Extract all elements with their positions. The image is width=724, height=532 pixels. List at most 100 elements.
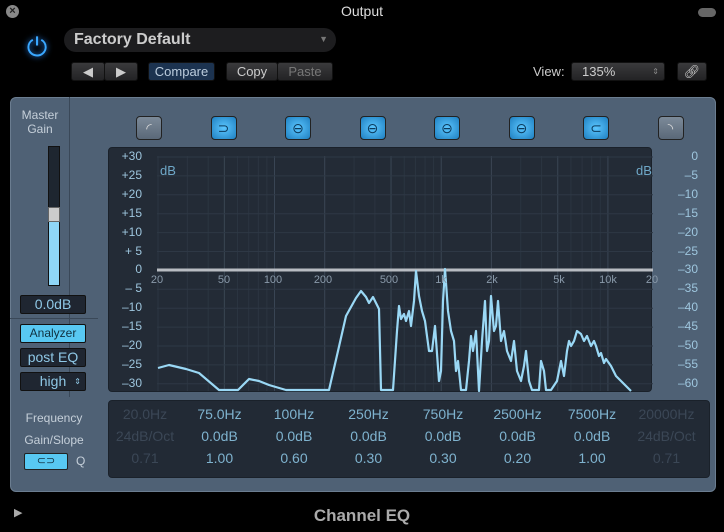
eq-graph[interactable] [108,147,653,393]
band-1-gain[interactable]: 24dB/Oct [108,428,182,444]
view-label: View: [533,64,565,79]
compare-button[interactable]: Compare [148,62,215,81]
divider [10,318,98,319]
band-8-q[interactable]: 0.71 [630,450,704,466]
left-tick: – 5 [125,281,142,296]
window-toggle-button[interactable] [698,8,716,17]
freq-tick: 20 [645,274,659,286]
band-5-toggle[interactable]: ⊖ [434,116,460,140]
left-tick: +15 [121,205,142,220]
freq-tick: 1k [435,274,447,286]
master-gain-label: Master Gain [21,108,59,136]
frequency-label: Frequency [25,411,83,425]
previous-preset-button[interactable]: ◀ [71,62,105,81]
right-tick: –55 [677,356,698,371]
band-3-q[interactable]: 0.60 [257,450,331,466]
left-tick: –15 [121,319,142,334]
right-tick: –45 [677,319,698,334]
right-tick: –10 [677,186,698,201]
band-3-toggle[interactable]: ⊖ [285,116,311,140]
left-tick: + 5 [124,243,142,258]
left-tick: –10 [121,300,142,315]
freq-tick: 10k [599,274,617,286]
right-unit: dB [636,163,652,178]
right-tick: –25 [677,243,698,258]
right-tick: –20 [677,224,698,239]
band-1-q[interactable]: 0.71 [108,450,182,466]
band-2-q[interactable]: 1.00 [183,450,257,466]
window-title: Output [340,3,384,19]
master-gain-slider[interactable] [48,146,60,286]
freq-tick: 2k [486,274,498,286]
peak-icon: ⊖ [441,120,453,136]
left-unit: dB [160,163,176,178]
preset-menu[interactable]: Factory Default ▼ [64,28,336,52]
high-cut-icon: ◝ [667,120,674,136]
right-tick: –60 [677,375,698,390]
master-gain-handle[interactable] [48,207,60,222]
link-icon: 🔗︎ [683,64,701,79]
gain-slope-label: Gain/Slope [24,433,84,447]
left-tick: +30 [121,149,142,163]
analyzer-mode-button[interactable]: post EQ [20,348,86,367]
freq-tick: 200 [313,274,333,286]
next-preset-button[interactable]: ▶ [104,62,138,81]
band-7-gain[interactable]: 0.0dB [555,428,629,444]
band-6-gain[interactable]: 0.0dB [481,428,555,444]
band-8-gain[interactable]: 24dB/Oct [630,428,704,444]
master-gain-value[interactable]: 0.0dB [20,295,86,314]
high-shelf-icon: ⊂ [590,120,602,136]
plugin-name: Channel EQ [313,506,411,525]
band-4-frequency[interactable]: 250Hz [332,406,406,422]
analyzer-resolution-select[interactable]: high ⇕ [20,372,86,391]
band-7-toggle[interactable]: ⊂ [583,116,609,140]
freq-tick: 5k [553,274,565,286]
band-6-frequency[interactable]: 2500Hz [481,406,555,422]
view-zoom-select[interactable]: 135% ⇕ [571,62,665,81]
band-7-frequency[interactable]: 7500Hz [555,406,629,422]
left-tick: +10 [121,224,142,239]
right-tick: 0 [691,149,698,163]
band-5-gain[interactable]: 0.0dB [406,428,480,444]
band-3-frequency[interactable]: 100Hz [257,406,331,422]
band-1-toggle[interactable]: ◜ [136,116,162,140]
band-7-q[interactable]: 1.00 [555,450,629,466]
band-6-toggle[interactable]: ⊖ [508,116,535,140]
left-tick: +25 [121,167,142,182]
view-value: 135% [582,64,616,79]
copy-button[interactable]: Copy [226,62,278,81]
band-8-frequency[interactable]: 20000Hz [630,406,704,422]
link-q-button[interactable]: ⊂⊃ [24,453,68,470]
band-3-gain[interactable]: 0.0dB [257,428,331,444]
analyzer-button[interactable]: Analyzer [20,324,86,343]
right-tick: –30 [677,262,698,277]
band-4-gain[interactable]: 0.0dB [332,428,406,444]
band-5-q[interactable]: 0.30 [406,450,480,466]
right-tick: –35 [677,281,698,296]
link-button[interactable]: 🔗︎ [677,62,707,81]
power-icon[interactable]: ⏻ [22,32,52,62]
band-2-gain[interactable]: 0.0dB [183,428,257,444]
band-2-frequency[interactable]: 75.0Hz [183,406,257,422]
peak-icon: ⊖ [515,120,528,136]
right-tick: –15 [677,205,698,220]
peak-icon: ⊖ [366,120,379,136]
left-tick: –30 [121,375,142,390]
band-1-frequency[interactable]: 20.0Hz [108,406,182,422]
analyzer-trace [157,267,632,393]
band-8-toggle[interactable]: ◝ [657,116,684,140]
left-tick: –25 [121,356,142,371]
band-4-q[interactable]: 0.30 [332,450,406,466]
low-cut-icon: ◜ [146,120,152,136]
left-tick: +20 [121,186,142,201]
freq-tick: 500 [379,274,399,286]
freq-tick: 100 [263,274,283,286]
paste-button[interactable]: Paste [277,62,333,81]
band-2-toggle[interactable]: ⊃ [210,116,237,140]
band-5-frequency[interactable]: 750Hz [406,406,480,422]
right-tick: –5 [684,167,698,182]
link-icon: ⊂⊃ [36,455,56,467]
eq-graph-svg [157,156,653,393]
band-4-toggle[interactable]: ⊖ [359,116,386,140]
band-6-q[interactable]: 0.20 [481,450,555,466]
